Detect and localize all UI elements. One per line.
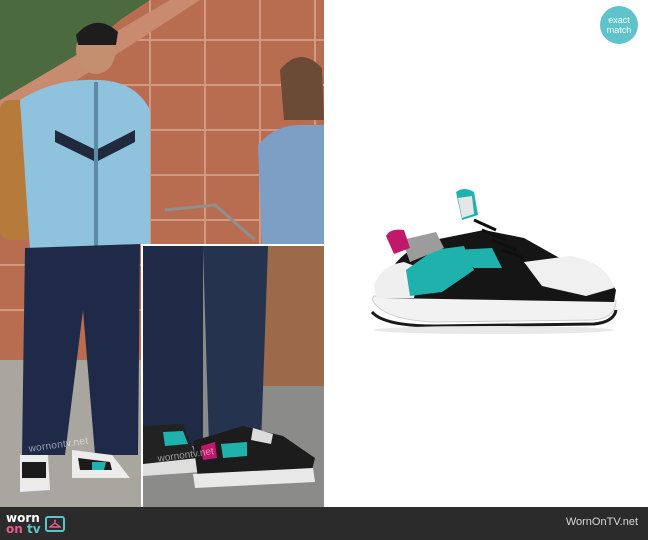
logo-on-line: on tv: [6, 521, 41, 536]
closeup-illustration: [143, 246, 324, 507]
hanger-icon: [48, 519, 61, 528]
shoe-closeup-inset: wornontv.net: [141, 244, 324, 507]
scene-photo: wornontv.net wornontv.net: [0, 0, 324, 507]
footer-bar: worn on tv WornOnTV.net: [0, 507, 648, 540]
site-url[interactable]: WornOnTV.net: [566, 516, 638, 528]
badge-line1: exact: [608, 15, 630, 25]
tv-icon: [44, 515, 65, 532]
logo-wordmark: worn on tv: [6, 512, 41, 536]
badge-line2: match: [606, 25, 632, 35]
exact-match-badge[interactable]: exact match: [600, 6, 638, 44]
logo-tv: tv: [26, 521, 41, 536]
logo-on: on: [6, 521, 23, 536]
product-panel: [324, 0, 648, 507]
wornontv-logo[interactable]: worn on tv: [6, 510, 65, 537]
sneaker-image[interactable]: [324, 0, 648, 507]
